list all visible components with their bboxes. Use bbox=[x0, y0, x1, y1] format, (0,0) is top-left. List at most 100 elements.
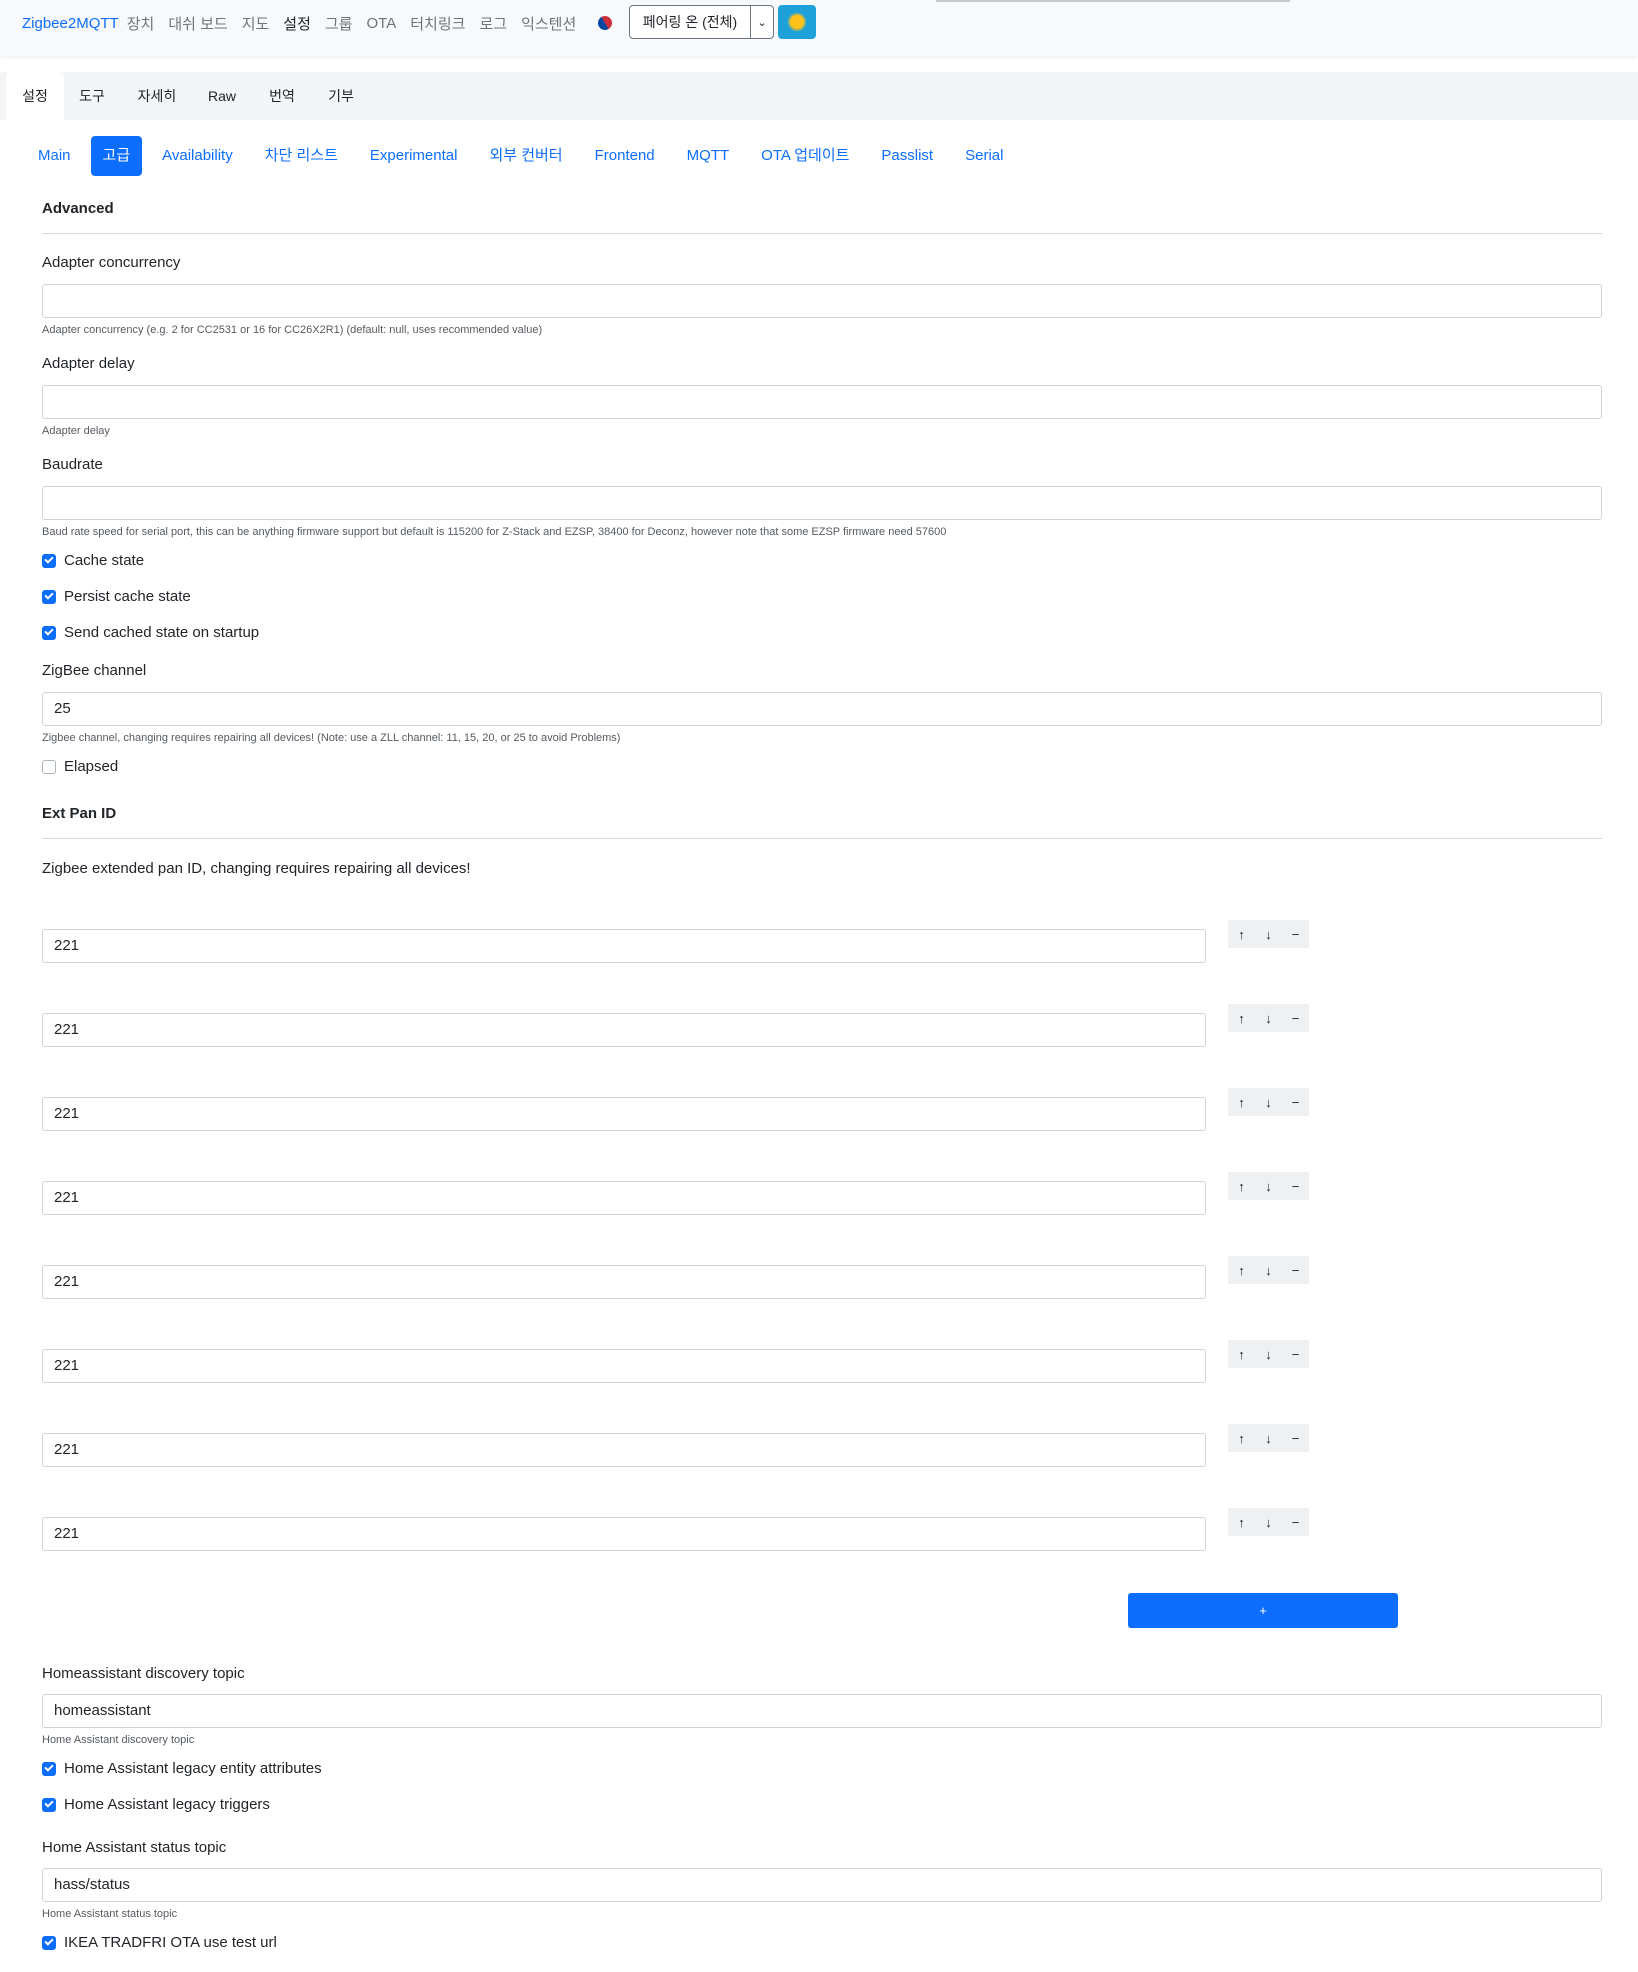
remove-icon[interactable]: − bbox=[1282, 1424, 1309, 1452]
arrow-down-icon[interactable]: ↓ bbox=[1255, 1004, 1282, 1032]
send-cached-state-checkbox[interactable]: Send cached state on startup bbox=[42, 624, 259, 641]
baudrate-input[interactable] bbox=[42, 486, 1602, 520]
arrow-up-icon[interactable]: ↑ bbox=[1228, 1340, 1255, 1368]
nav-ota[interactable]: OTA bbox=[367, 15, 397, 32]
ha-legacy-entity-attributes-checkbox[interactable]: Home Assistant legacy entity attributes bbox=[42, 1760, 322, 1777]
permit-join-button[interactable]: 페어링 온 (전체) ⌄ bbox=[629, 5, 774, 39]
arrow-down-icon[interactable]: ↓ bbox=[1255, 1088, 1282, 1116]
checkbox-checked-icon[interactable] bbox=[42, 553, 56, 568]
remove-icon[interactable]: − bbox=[1282, 1256, 1309, 1284]
nav-groups[interactable]: 그룹 bbox=[325, 13, 353, 34]
nav-logs[interactable]: 로그 bbox=[479, 13, 507, 34]
language-flag-icon[interactable] bbox=[595, 12, 615, 33]
ext-pan-id-item-input[interactable]: 221 bbox=[42, 1097, 1206, 1131]
arrow-up-icon[interactable]: ↑ bbox=[1228, 1424, 1255, 1452]
adapter-delay-input[interactable] bbox=[42, 385, 1602, 419]
add-ext-pan-id-button[interactable]: + bbox=[1128, 1593, 1398, 1628]
remove-icon[interactable]: − bbox=[1282, 1508, 1309, 1536]
main-nav: Zigbee2MQTT 장치 대쉬 보드 지도 설정 그룹 OTA 터치링크 로… bbox=[22, 12, 590, 34]
tab-external-converters[interactable]: 외부 컨버터 bbox=[477, 136, 574, 176]
ext-pan-id-item-input[interactable]: 221 bbox=[42, 929, 1206, 963]
ext-pan-id-item-actions: ↑ ↓ − bbox=[1228, 1088, 1309, 1116]
tab-availability[interactable]: Availability bbox=[150, 136, 245, 176]
remove-icon[interactable]: − bbox=[1282, 1340, 1309, 1368]
arrow-up-icon[interactable]: ↑ bbox=[1228, 1508, 1255, 1536]
adapter-concurrency-help: Adapter concurrency (e.g. 2 for CC2531 o… bbox=[42, 324, 543, 336]
arrow-down-icon[interactable]: ↓ bbox=[1255, 920, 1282, 948]
brand-link[interactable]: Zigbee2MQTT bbox=[22, 15, 119, 32]
tab-mqtt[interactable]: MQTT bbox=[675, 136, 742, 176]
tab-blocklist[interactable]: 차단 리스트 bbox=[253, 136, 350, 176]
tab-main[interactable]: Main bbox=[26, 136, 83, 176]
nav-map[interactable]: 지도 bbox=[242, 13, 270, 34]
tab-passlist[interactable]: Passlist bbox=[869, 136, 945, 176]
tab-tools[interactable]: 도구 bbox=[70, 72, 114, 120]
arrow-down-icon[interactable]: ↓ bbox=[1255, 1172, 1282, 1200]
tab-translate[interactable]: 번역 bbox=[258, 72, 306, 120]
ext-pan-id-item-actions: ↑ ↓ − bbox=[1228, 1172, 1309, 1200]
ext-pan-id-item-actions: ↑ ↓ − bbox=[1228, 1004, 1309, 1032]
chevron-down-icon[interactable]: ⌄ bbox=[750, 6, 773, 38]
ext-pan-id-item-input[interactable]: 221 bbox=[42, 1349, 1206, 1383]
tab-ota-updates[interactable]: OTA 업데이트 bbox=[749, 136, 861, 176]
checkbox-checked-icon[interactable] bbox=[42, 1935, 56, 1950]
arrow-down-icon[interactable]: ↓ bbox=[1255, 1256, 1282, 1284]
arrow-down-icon[interactable]: ↓ bbox=[1255, 1424, 1282, 1452]
remove-icon[interactable]: − bbox=[1282, 1088, 1309, 1116]
checkbox-checked-icon[interactable] bbox=[42, 1761, 56, 1776]
checkbox-checked-icon[interactable] bbox=[42, 589, 56, 604]
remove-icon[interactable]: − bbox=[1282, 1172, 1309, 1200]
permit-join-label[interactable]: 페어링 온 (전체) bbox=[630, 6, 750, 38]
ha-status-topic-help: Home Assistant status topic bbox=[42, 1908, 178, 1920]
tab-raw[interactable]: Raw bbox=[198, 72, 246, 120]
ha-discovery-topic-input[interactable]: homeassistant bbox=[42, 1694, 1602, 1728]
ext-pan-id-item-actions: ↑ ↓ − bbox=[1228, 1508, 1309, 1536]
baudrate-label: Baudrate bbox=[42, 456, 103, 473]
ext-pan-id-description: Zigbee extended pan ID, changing require… bbox=[42, 860, 471, 877]
nav-touchlink[interactable]: 터치링크 bbox=[410, 13, 465, 34]
arrow-down-icon[interactable]: ↓ bbox=[1255, 1508, 1282, 1536]
legend-divider bbox=[42, 233, 1602, 234]
elapsed-checkbox[interactable]: Elapsed bbox=[42, 758, 118, 775]
ext-pan-id-item-input[interactable]: 221 bbox=[42, 1013, 1206, 1047]
ikea-ota-test-url-label: IKEA TRADFRI OTA use test url bbox=[64, 1934, 277, 1951]
tab-settings[interactable]: 설정 bbox=[6, 72, 64, 120]
remove-icon[interactable]: − bbox=[1282, 1004, 1309, 1032]
theme-toggle-button[interactable] bbox=[778, 5, 816, 39]
ext-pan-id-item-input[interactable]: 221 bbox=[42, 1433, 1206, 1467]
ha-status-topic-input[interactable]: hass/status bbox=[42, 1868, 1602, 1902]
zigbee-channel-input[interactable]: 25 bbox=[42, 692, 1602, 726]
tab-advanced[interactable]: 고급 bbox=[90, 136, 143, 176]
ha-legacy-triggers-checkbox[interactable]: Home Assistant legacy triggers bbox=[42, 1796, 270, 1813]
arrow-up-icon[interactable]: ↑ bbox=[1228, 1004, 1255, 1032]
persist-cache-state-checkbox[interactable]: Persist cache state bbox=[42, 588, 191, 605]
settings-top-tabs: 설정 도구 자세히 Raw 번역 기부 bbox=[0, 72, 1638, 120]
ext-pan-id-item-input[interactable]: 221 bbox=[42, 1265, 1206, 1299]
cache-state-checkbox[interactable]: Cache state bbox=[42, 552, 144, 569]
ext-pan-id-item-actions: ↑ ↓ − bbox=[1228, 1340, 1309, 1368]
arrow-up-icon[interactable]: ↑ bbox=[1228, 920, 1255, 948]
ext-pan-id-item-input[interactable]: 221 bbox=[42, 1181, 1206, 1215]
checkbox-checked-icon[interactable] bbox=[42, 625, 56, 640]
nav-extensions[interactable]: 익스텐션 bbox=[521, 13, 576, 34]
tab-donate[interactable]: 기부 bbox=[318, 72, 364, 120]
nav-settings[interactable]: 설정 bbox=[283, 13, 311, 34]
persist-cache-state-label: Persist cache state bbox=[64, 588, 191, 605]
remove-icon[interactable]: − bbox=[1282, 920, 1309, 948]
arrow-up-icon[interactable]: ↑ bbox=[1228, 1088, 1255, 1116]
checkbox-checked-icon[interactable] bbox=[42, 1797, 56, 1812]
checkbox-unchecked-icon[interactable] bbox=[42, 759, 56, 774]
arrow-up-icon[interactable]: ↑ bbox=[1228, 1256, 1255, 1284]
tab-serial[interactable]: Serial bbox=[953, 136, 1015, 176]
tab-experimental[interactable]: Experimental bbox=[358, 136, 470, 176]
settings-sub-tabs: Main 고급 Availability 차단 리스트 Experimental… bbox=[26, 135, 1023, 177]
ikea-ota-test-url-checkbox[interactable]: IKEA TRADFRI OTA use test url bbox=[42, 1934, 277, 1951]
nav-dashboard[interactable]: 대쉬 보드 bbox=[168, 13, 227, 34]
tab-frontend[interactable]: Frontend bbox=[583, 136, 667, 176]
arrow-down-icon[interactable]: ↓ bbox=[1255, 1340, 1282, 1368]
arrow-up-icon[interactable]: ↑ bbox=[1228, 1172, 1255, 1200]
ext-pan-id-item-input[interactable]: 221 bbox=[42, 1517, 1206, 1551]
nav-devices[interactable]: 장치 bbox=[127, 13, 155, 34]
adapter-concurrency-input[interactable] bbox=[42, 284, 1602, 318]
tab-about[interactable]: 자세히 bbox=[128, 72, 186, 120]
